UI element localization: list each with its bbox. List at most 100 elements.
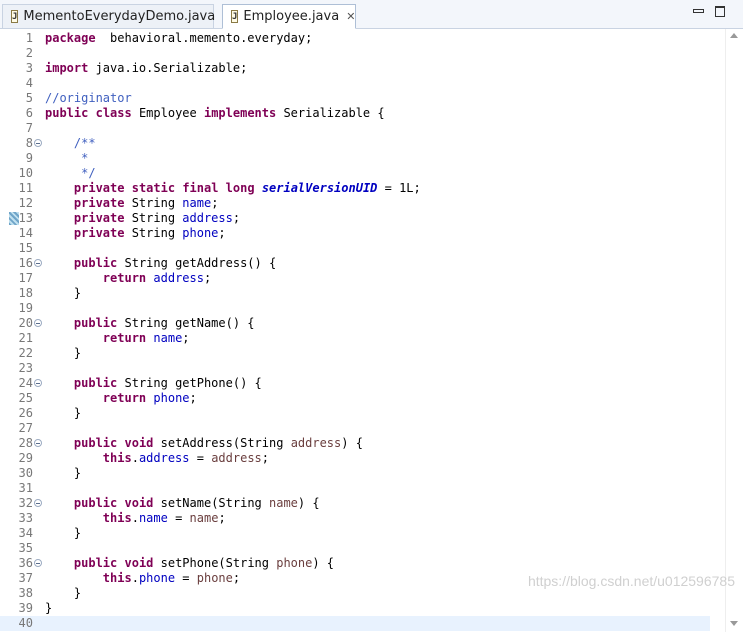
code-line[interactable]: 29 this.address = address; — [0, 451, 710, 466]
code-token: address — [138, 451, 190, 465]
collapse-icon[interactable] — [34, 559, 42, 567]
tab-employee[interactable]: J Employee.java ✕ — [222, 4, 356, 29]
code-text: this.address = address; — [45, 451, 269, 466]
code-line[interactable]: 22 } — [0, 346, 710, 361]
code-line[interactable]: 36 public void setPhone(String phone) { — [0, 556, 710, 571]
code-line[interactable]: 27 — [0, 421, 710, 436]
code-token: setAddress(String — [153, 436, 291, 450]
code-token: address — [211, 451, 262, 465]
maximize-icon[interactable] — [715, 6, 727, 18]
close-tab-icon[interactable]: ✕ — [346, 10, 355, 23]
scroll-up-icon[interactable] — [730, 33, 738, 38]
code-text: private String name; — [45, 196, 219, 211]
code-text: private static final long serialVersionU… — [45, 181, 421, 196]
collapse-icon[interactable] — [34, 139, 42, 147]
code-line[interactable]: 34 } — [0, 526, 710, 541]
code-token: void — [124, 556, 154, 570]
code-line[interactable]: 11 private static final long serialVersi… — [0, 181, 710, 196]
code-line[interactable]: 13 private String address; — [0, 211, 710, 226]
code-line[interactable]: 39} — [0, 601, 710, 616]
code-line[interactable]: 19 — [0, 301, 710, 316]
line-number: 39 — [18, 601, 33, 615]
code-line[interactable]: 40 — [0, 616, 710, 631]
code-line[interactable]: 30 } — [0, 466, 710, 481]
code-line[interactable]: 23 — [0, 361, 710, 376]
code-line[interactable]: 7 — [0, 121, 710, 136]
code-token: = 1L; — [377, 181, 421, 195]
code-line[interactable]: 5 //originator — [0, 91, 710, 106]
vertical-scrollbar[interactable] — [725, 29, 743, 632]
code-editor[interactable]: 1 package behavioral.memento.everyday; 2 3 i… — [0, 29, 743, 632]
code-token: return — [102, 391, 147, 405]
code-line[interactable]: 8 /** — [0, 136, 710, 151]
code-line[interactable]: 16 public String getAddress() { — [0, 256, 710, 271]
code-token: ; — [189, 391, 197, 405]
code-text: public void setPhone(String phone) { — [45, 556, 334, 571]
line-number: 22 — [18, 346, 33, 360]
code-line[interactable]: 28 public void setAddress(String address… — [0, 436, 710, 451]
code-token: */ — [81, 166, 96, 180]
collapse-icon[interactable] — [34, 439, 42, 447]
code-line[interactable]: 12 private String name; — [0, 196, 710, 211]
code-line[interactable]: 3 import java.io.Serializable; — [0, 61, 710, 76]
code-line[interactable]: 14 private String phone; — [0, 226, 710, 241]
code-line[interactable]: 9 * — [0, 151, 710, 166]
code-token: } — [45, 346, 82, 360]
line-number: 25 — [18, 391, 33, 405]
code-token: public — [73, 256, 118, 270]
code-line[interactable]: 33 this.name = name; — [0, 511, 710, 526]
code-token: name — [138, 511, 168, 525]
code-text: public void setName(String name) { — [45, 496, 320, 511]
line-number: 28 — [18, 436, 33, 450]
line-number: 11 — [18, 181, 33, 195]
code-token: public — [45, 106, 89, 120]
code-area[interactable]: 1 package behavioral.memento.everyday; 2 3 i… — [0, 31, 710, 631]
collapse-icon[interactable] — [34, 379, 42, 387]
collapse-icon[interactable] — [34, 259, 42, 267]
code-line[interactable]: 4 — [0, 76, 710, 91]
code-line[interactable]: 15 — [0, 241, 710, 256]
code-line[interactable]: 6 public class Employee implements Serial… — [0, 106, 710, 121]
tab-label: Employee.java — [243, 9, 340, 24]
code-line[interactable]: 31 — [0, 481, 710, 496]
code-line[interactable]: 17 return address; — [0, 271, 710, 286]
line-number: 18 — [18, 286, 33, 300]
code-line[interactable]: 32 public void setName(String name) { — [0, 496, 710, 511]
code-text: return phone; — [45, 391, 197, 406]
line-number: 30 — [18, 466, 33, 480]
code-token: java.io.Serializable; — [88, 61, 248, 75]
code-token: ; — [182, 331, 190, 345]
code-line[interactable]: 18 } — [0, 286, 710, 301]
code-line[interactable]: 2 — [0, 46, 710, 61]
code-token: Serializable { — [276, 106, 385, 120]
code-line[interactable]: 21 return name; — [0, 331, 710, 346]
scroll-down-icon[interactable] — [730, 621, 738, 626]
code-line[interactable]: 35 — [0, 541, 710, 556]
code-line[interactable]: 26 } — [0, 406, 710, 421]
tab-memento-everyday-demo[interactable]: J MementoEverydayDemo.java — [2, 4, 215, 28]
code-token: } — [45, 466, 82, 480]
line-number: 14 — [18, 226, 33, 240]
code-text: } — [45, 466, 81, 481]
code-line[interactable]: 25 return phone; — [0, 391, 710, 406]
code-token: } — [45, 586, 82, 600]
code-token: serialVersionUID — [261, 181, 378, 195]
code-line[interactable]: 20 public String getName() { — [0, 316, 710, 331]
code-line[interactable]: 24 public String getPhone() { — [0, 376, 710, 391]
collapse-icon[interactable] — [34, 319, 42, 327]
code-token: phone — [276, 556, 313, 570]
code-line[interactable]: 1 package behavioral.memento.everyday; — [0, 31, 710, 46]
code-token: public — [73, 496, 118, 510]
code-token: return — [102, 271, 147, 285]
line-number: 10 — [18, 166, 33, 180]
code-line[interactable]: 10 */ — [0, 166, 710, 181]
minimize-icon[interactable] — [693, 6, 705, 18]
collapse-icon[interactable] — [34, 499, 42, 507]
code-token: address — [290, 436, 342, 450]
code-text: } — [45, 406, 81, 421]
